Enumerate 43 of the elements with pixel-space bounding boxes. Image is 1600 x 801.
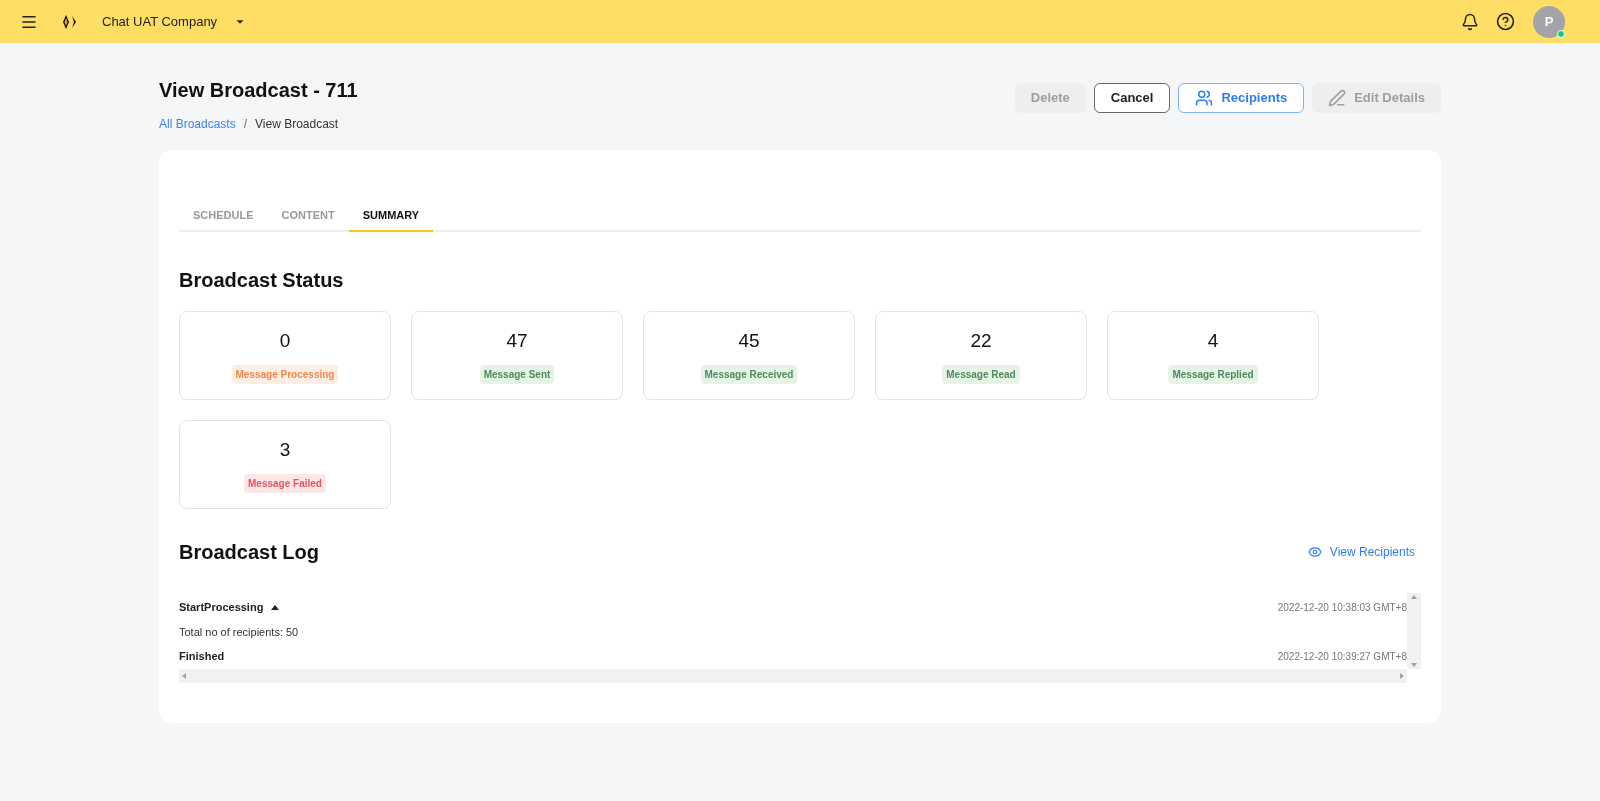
people-icon — [1195, 89, 1214, 107]
company-selector[interactable]: Chat UAT Company — [102, 11, 248, 32]
avatar[interactable]: P — [1533, 5, 1565, 38]
section-title: Broadcast Status — [179, 268, 345, 293]
stat-value: 3 — [279, 438, 291, 463]
stat-value: 22 — [970, 329, 992, 354]
vertical-scrollbar[interactable] — [1407, 593, 1421, 669]
caret-icon[interactable] — [271, 604, 280, 610]
scroll-down-icon[interactable] — [1411, 662, 1417, 667]
breadcrumb-current: View Broadcast — [255, 116, 339, 133]
log-detail: Total no of recipients: 50 — [179, 624, 300, 640]
stat-value: 45 — [738, 329, 760, 354]
log-event: StartProcessing — [179, 600, 264, 615]
section-title: Broadcast Log — [179, 540, 320, 565]
scroll-left-icon[interactable] — [182, 672, 186, 679]
stat-value: 4 — [1207, 329, 1219, 354]
status-badge: Message Read — [942, 364, 1020, 384]
stat-value: 47 — [506, 329, 528, 354]
scroll-up-icon[interactable] — [1411, 595, 1417, 599]
scroll-right-icon[interactable] — [1400, 672, 1404, 679]
status-badge: Message Failed — [244, 473, 326, 493]
view-recipients-link[interactable]: View Recipients — [1307, 543, 1415, 561]
breadcrumb-link[interactable]: All Broadcasts — [159, 115, 236, 133]
page-title: View Broadcast - 711 — [159, 78, 358, 103]
status-badge: Message Replied — [1168, 364, 1258, 384]
eye-icon — [1307, 545, 1322, 559]
breadcrumb-separator: / — [243, 116, 248, 133]
log-time: 2022-12-20 10:38:03 GMT+8 — [1277, 600, 1407, 615]
status-badge: Message Processing — [231, 364, 339, 384]
log-event: Finished — [179, 649, 225, 664]
status-badge: Message Received — [700, 364, 798, 384]
pencil-icon — [1328, 89, 1347, 107]
tab[interactable]: SUMMARY — [348, 200, 434, 232]
cancel-button[interactable]: Cancel — [1093, 83, 1171, 113]
stat-value: 0 — [279, 329, 291, 354]
notification-icon[interactable] — [1461, 12, 1479, 31]
help-icon[interactable] — [1496, 12, 1515, 31]
horizontal-scrollbar[interactable] — [179, 668, 1407, 683]
log-time: 2022-12-20 10:39:27 GMT+8 — [1277, 649, 1407, 664]
status-badge: Message Sent — [479, 364, 555, 384]
recipients-button[interactable]: Recipients — [1178, 83, 1305, 113]
tab[interactable]: CONTENT — [267, 200, 349, 232]
tab[interactable]: SCHEDULE — [179, 200, 268, 232]
